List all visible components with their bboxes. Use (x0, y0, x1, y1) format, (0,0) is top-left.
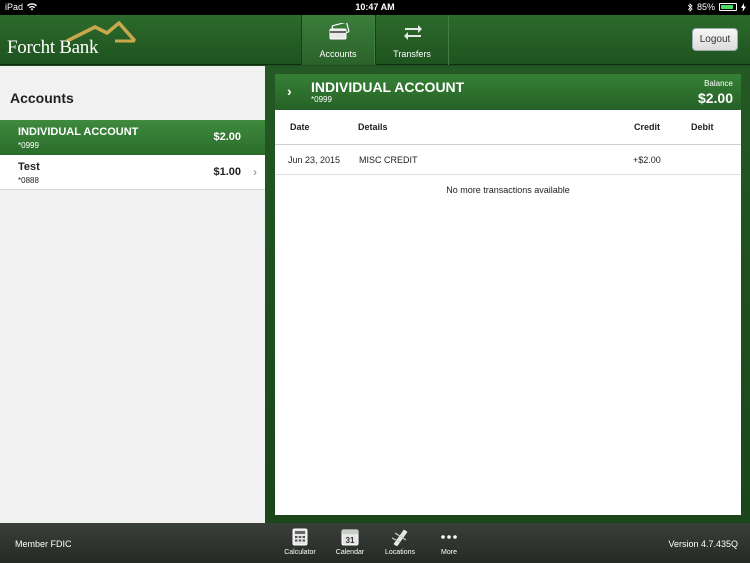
member-fdic: Member FDIC (15, 539, 72, 549)
more-dots-icon (441, 535, 457, 539)
status-right: 85% (687, 2, 746, 12)
logo-text: Forcht Bank (7, 37, 99, 58)
footer-calendar-label: Calendar (335, 549, 365, 556)
bluetooth-icon (687, 2, 693, 12)
column-header-debit: Debit (691, 122, 714, 132)
transaction-date: Jun 23, 2015 (288, 155, 341, 165)
footer-calendar[interactable]: 31 Calendar (330, 528, 370, 556)
tab-accounts[interactable]: Accounts (301, 15, 375, 65)
tab-accounts-label: Accounts (319, 49, 357, 59)
chevron-right-icon: › (253, 165, 257, 179)
calendar-day: 31 (346, 536, 355, 545)
transaction-details: MISC CREDIT (359, 155, 418, 165)
column-header-credit: Credit (634, 122, 661, 132)
tab-transfers[interactable]: Transfers (375, 15, 449, 65)
column-header-date: Date (290, 122, 310, 132)
account-name: Test (18, 161, 40, 173)
transactions-table: Date Details Credit Debit Jun 23, 2015 M… (275, 110, 741, 515)
chevron-right-icon: › (287, 83, 292, 99)
cards-icon (329, 23, 350, 40)
footer-more-label: More (441, 549, 457, 556)
battery-icon (719, 3, 737, 11)
calendar-icon: 31 (341, 529, 359, 546)
account-detail-header[interactable]: › INDIVIDUAL ACCOUNT *0999 Balance $2.00 (275, 74, 741, 110)
footer-more[interactable]: More (429, 528, 469, 556)
footer-bar: Member FDIC Calculator 31 Calendar Locat… (0, 523, 750, 563)
charging-icon (741, 2, 746, 12)
account-number: *0888 (18, 176, 39, 185)
account-amount: $1.00 (213, 166, 241, 178)
transaction-credit: +$2.00 (633, 155, 661, 165)
no-more-transactions: No more transactions available (446, 185, 570, 195)
logout-button[interactable]: Logout (692, 28, 738, 51)
app-version: Version 4.7.435Q (668, 539, 738, 549)
account-name: INDIVIDUAL ACCOUNT (18, 126, 139, 138)
app-header: Forcht Bank Accounts Transfers Logout (0, 15, 750, 65)
accounts-title: Accounts (10, 90, 74, 106)
account-amount: $2.00 (213, 131, 241, 143)
accounts-panel: Accounts INDIVIDUAL ACCOUNT *0999 $2.00 … (0, 66, 265, 523)
header-divider (275, 144, 741, 145)
row-divider (275, 174, 741, 175)
battery-percent: 85% (696, 2, 715, 12)
footer-locations[interactable]: Locations (380, 528, 420, 556)
locations-icon (391, 529, 408, 546)
clock: 10:47 AM (355, 2, 395, 12)
account-number: *0999 (18, 141, 39, 150)
bank-logo: Forcht Bank (7, 21, 137, 59)
footer-locations-label: Locations (385, 549, 415, 556)
footer-calculator[interactable]: Calculator (280, 528, 320, 556)
balance-value: $2.00 (697, 90, 733, 106)
tab-transfers-label: Transfers (393, 49, 431, 59)
account-row-test[interactable]: Test *0888 $1.00 › (0, 155, 265, 190)
transfer-arrows-icon (404, 25, 422, 40)
footer-calculator-label: Calculator (284, 549, 316, 556)
balance-label: Balance (704, 79, 733, 88)
account-row-individual[interactable]: INDIVIDUAL ACCOUNT *0999 $2.00 (0, 120, 265, 155)
status-bar: iPad 10:47 AM 85% (0, 0, 750, 15)
detail-account-number: *0999 (311, 95, 332, 104)
detail-account-name: INDIVIDUAL ACCOUNT (311, 79, 465, 95)
calculator-icon (292, 528, 308, 546)
column-header-details: Details (358, 122, 388, 132)
